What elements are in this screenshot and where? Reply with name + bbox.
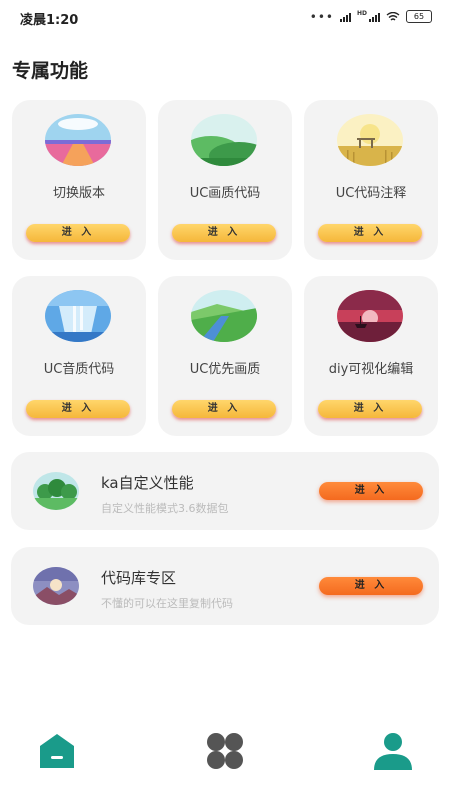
enter-button[interactable]: 进 入	[319, 577, 423, 595]
river-valley-icon	[191, 290, 257, 342]
card-label: 切换版本	[52, 186, 105, 201]
status-time: 凌晨1:20	[20, 13, 79, 28]
wifi-icon	[386, 11, 400, 21]
home-icon	[40, 734, 74, 768]
enter-button[interactable]: 进 入	[26, 224, 130, 242]
card-switch-version: 切换版本 进 入	[12, 100, 146, 260]
card-label: UC画质代码	[189, 186, 261, 201]
card-uc-priority-quality: UC优先画质 进 入	[158, 276, 292, 436]
card-uc-audio-code: UC音质代码 进 入	[12, 276, 146, 436]
page-title: 专属功能	[12, 60, 89, 82]
enter-button[interactable]: 进 入	[26, 400, 130, 418]
card-title: 代码库专区	[101, 569, 177, 587]
mountain-sunrise-icon	[33, 567, 79, 605]
nav-profile[interactable]	[368, 726, 418, 776]
card-uc-quality-code: UC画质代码 进 入	[158, 100, 292, 260]
forest-icon	[33, 472, 79, 510]
status-bar: 凌晨1:20 ••• HD 65	[0, 0, 450, 34]
card-subtitle: 自定义性能模式3.6数据包	[101, 502, 229, 515]
grid-icon	[207, 733, 243, 769]
card-code-library: 代码库专区 不懂的可以在这里复制代码 进 入	[11, 547, 439, 625]
hd-label: HD	[356, 10, 367, 17]
enter-button[interactable]: 进 入	[318, 400, 422, 418]
status-icons: ••• HD 65	[310, 10, 432, 23]
more-dots-icon: •••	[309, 9, 334, 24]
signal-icon	[339, 12, 351, 22]
nav-home[interactable]	[32, 726, 82, 776]
green-hills-icon	[191, 114, 257, 166]
card-label: UC优先画质	[189, 362, 261, 377]
card-label: diy可视化编辑	[328, 362, 414, 377]
enter-button[interactable]: 进 入	[172, 400, 276, 418]
nav-apps[interactable]	[200, 726, 250, 776]
person-icon	[374, 733, 412, 770]
waterfall-icon	[45, 290, 111, 342]
card-diy-visual-edit: diy可视化编辑 进 入	[304, 276, 438, 436]
battery-icon: 65	[406, 10, 432, 23]
bottom-nav	[0, 720, 450, 780]
enter-button[interactable]: 进 入	[172, 224, 276, 242]
wheat-field-icon	[337, 114, 403, 166]
signal-icon-2	[369, 12, 380, 22]
card-label: UC代码注释	[335, 186, 407, 201]
enter-button[interactable]: 进 入	[319, 482, 423, 500]
card-title: ka自定义性能	[101, 474, 194, 492]
card-ka-custom-performance: ka自定义性能 自定义性能模式3.6数据包 进 入	[11, 452, 439, 530]
card-subtitle: 不懂的可以在这里复制代码	[101, 597, 233, 610]
card-label: UC音质代码	[43, 362, 115, 377]
sunset-boat-icon	[337, 290, 403, 342]
enter-button[interactable]: 进 入	[318, 224, 422, 242]
card-uc-code-comment: UC代码注释 进 入	[304, 100, 438, 260]
road-sunset-icon	[45, 114, 111, 166]
